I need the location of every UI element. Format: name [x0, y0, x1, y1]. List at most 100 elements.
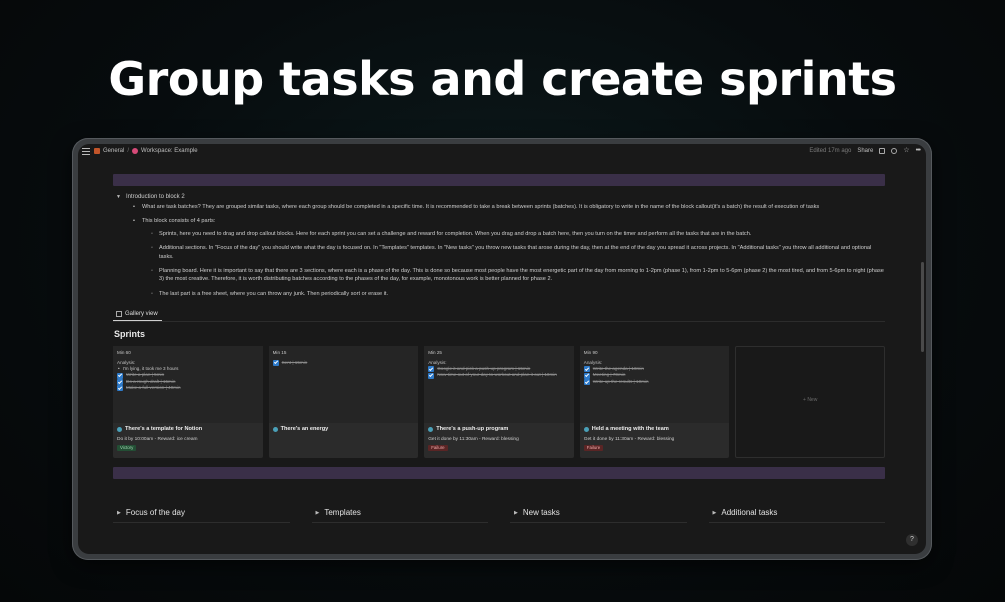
- new-card-label: + New: [803, 397, 818, 404]
- checkbox-checked[interactable]: [272, 359, 279, 366]
- breadcrumb-workspace[interactable]: Workspace: Example: [141, 148, 198, 154]
- new-card-button[interactable]: + New: [735, 346, 885, 459]
- list-item: Additional sections. In "Focus of the da…: [151, 244, 885, 261]
- sprint-card[interactable]: Min 90 Analysis: Write the agenda | 10mi…: [579, 346, 730, 459]
- sprint-card[interactable]: Min 60 Analysis: • I'm lying, it took me …: [113, 346, 263, 459]
- help-button[interactable]: ?: [906, 534, 918, 546]
- toggle-new-tasks[interactable]: ▶ New tasks: [510, 508, 687, 524]
- checkbox-checked[interactable]: [583, 366, 590, 373]
- card-title: Held a meeting with the team: [583, 426, 726, 433]
- page-icon: [94, 148, 100, 154]
- checklist-text: Now time out of your day to workout and …: [437, 372, 557, 378]
- card-title-text: There's an energy: [280, 426, 329, 433]
- status-badge: Failure: [583, 445, 604, 452]
- share-button[interactable]: Share: [857, 148, 873, 154]
- toggle-templates[interactable]: ▶ Templates: [311, 508, 488, 524]
- checklist-text: Write up the results | 10min: [592, 378, 649, 384]
- list-item: Planning board. Here it is important to …: [151, 267, 885, 284]
- toggle-label: Additional tasks: [721, 508, 778, 518]
- toggle-label: Templates: [324, 508, 361, 518]
- checklist-item: Sent | 15min: [272, 359, 415, 366]
- menu-icon[interactable]: [82, 147, 90, 155]
- list-item: What are task batches? They are grouped …: [133, 203, 885, 212]
- toggle-closed-icon[interactable]: ▶: [713, 510, 717, 516]
- edited-timestamp: Edited 17m ago: [809, 148, 852, 154]
- card-minutes: Min 90: [583, 350, 598, 356]
- tab-gallery-view[interactable]: Gallery view: [113, 309, 162, 322]
- sprint-card[interactable]: Min 25 Analysis: Google it and pick a pu…: [424, 346, 574, 459]
- toggle-label: New tasks: [522, 508, 560, 518]
- card-minutes: Min 60: [117, 350, 131, 356]
- parts-list: Sprints, here you need to drag and drop …: [142, 230, 885, 299]
- list-item: Sprints, here you need to drag and drop …: [151, 230, 885, 239]
- checkbox-checked[interactable]: [117, 385, 123, 392]
- history-icon[interactable]: [891, 148, 898, 154]
- divider-bar: [113, 174, 885, 186]
- globe-icon: [428, 426, 434, 432]
- card-title-text: Held a meeting with the team: [591, 426, 669, 433]
- toggle-closed-icon[interactable]: ▶: [514, 510, 518, 516]
- checkbox-checked[interactable]: [583, 372, 590, 379]
- checklist-text: Sent | 15min: [281, 359, 308, 365]
- card-cover: Min 15 Sent | 15min: [268, 346, 419, 424]
- card-body: There's a push-up program Get it done by…: [424, 423, 574, 454]
- toggle-additional-tasks[interactable]: ▶ Additional tasks: [708, 508, 885, 524]
- card-title-text: There's a template for Notion: [125, 426, 203, 433]
- topbar: General / Workspace: Example Edited 17m …: [78, 144, 926, 160]
- view-divider: [113, 321, 885, 323]
- sprint-card[interactable]: Min 15 Sent | 15min There's an energy: [268, 346, 419, 459]
- card-title-text: There's a push-up program: [436, 426, 509, 433]
- topbar-actions: Edited 17m ago Share ☆ •••: [809, 147, 921, 154]
- toggle-closed-icon[interactable]: ▶: [316, 510, 320, 516]
- gallery-icon: [116, 311, 122, 318]
- globe-icon: [272, 426, 278, 432]
- intro-toggle-label: Introduction to block 2: [125, 194, 185, 200]
- checkbox-checked[interactable]: [583, 379, 590, 386]
- card-cover: Min 25 Analysis: Google it and pick a pu…: [424, 346, 574, 424]
- card-subtitle: Do it by 10:00am - Reward: ice cream: [117, 437, 198, 443]
- page-content: ▼ Introduction to block 2 What are task …: [113, 174, 885, 524]
- status-badge: Victory: [117, 445, 137, 452]
- globe-icon: [117, 426, 122, 432]
- checkbox-checked[interactable]: [117, 372, 123, 379]
- comment-icon[interactable]: [879, 148, 886, 154]
- card-cover: Min 90 Analysis: Write the agenda | 10mi…: [579, 346, 730, 424]
- checkbox-checked[interactable]: [117, 379, 123, 386]
- device-frame: General / Workspace: Example Edited 17m …: [72, 138, 932, 560]
- card-minutes: Min 15: [272, 350, 287, 356]
- star-icon[interactable]: ☆: [903, 147, 909, 154]
- divider-bar: [113, 467, 885, 480]
- list-item: This block consists of 4 parts: Sprints,…: [133, 217, 885, 298]
- card-title: There's an energy: [272, 426, 415, 433]
- card-body: There's a template for Notion Do it by 1…: [113, 423, 263, 454]
- checklist-item: Now time out of your day to workout and …: [428, 372, 570, 379]
- checklist-text: Make a full version | 40min: [126, 385, 181, 391]
- notion-screen: General / Workspace: Example Edited 17m …: [78, 144, 926, 554]
- breadcrumb-separator: /: [127, 148, 130, 154]
- sprints-title: Sprints: [114, 329, 146, 340]
- more-icon[interactable]: •••: [916, 147, 921, 154]
- card-body: There's an energy: [269, 423, 419, 435]
- list-item-text: This block consists of 4 parts:: [142, 218, 216, 225]
- headline: Group tasks and create sprints: [108, 52, 897, 106]
- globe-icon: [583, 426, 589, 432]
- intro-list: What are task batches? They are grouped …: [113, 203, 885, 299]
- card-body: Held a meeting with the team Get it done…: [580, 423, 730, 454]
- toggle-closed-icon[interactable]: ▶: [117, 510, 121, 516]
- checkbox-checked[interactable]: [428, 372, 435, 379]
- card-subtitle: Get it done by 11:30am - Reward: blessin…: [428, 437, 519, 443]
- list-item: The last part is a free sheet, where you…: [151, 290, 885, 299]
- scrollbar[interactable]: [921, 262, 924, 352]
- tab-label: Gallery view: [125, 311, 158, 318]
- card-title: There's a push-up program: [428, 426, 570, 432]
- card-subtitle: Get it done by 11:30am - Reward: blessin…: [583, 437, 675, 443]
- section-toggles: ▶ Focus of the day ▶ Templates ▶ New tasks …: [113, 508, 885, 524]
- toggle-focus-of-the-day[interactable]: ▶ Focus of the day: [113, 508, 290, 524]
- checklist-item: Write up the results | 10min: [583, 378, 726, 386]
- workspace-icon: [132, 148, 139, 154]
- toggle-open-icon[interactable]: ▼: [116, 194, 121, 200]
- intro-toggle[interactable]: ▼ Introduction to block 2: [113, 194, 885, 200]
- status-badge: Failure: [428, 445, 448, 452]
- breadcrumb-general[interactable]: General: [103, 148, 124, 154]
- card-cover: Min 60 Analysis: • I'm lying, it took me …: [113, 346, 263, 424]
